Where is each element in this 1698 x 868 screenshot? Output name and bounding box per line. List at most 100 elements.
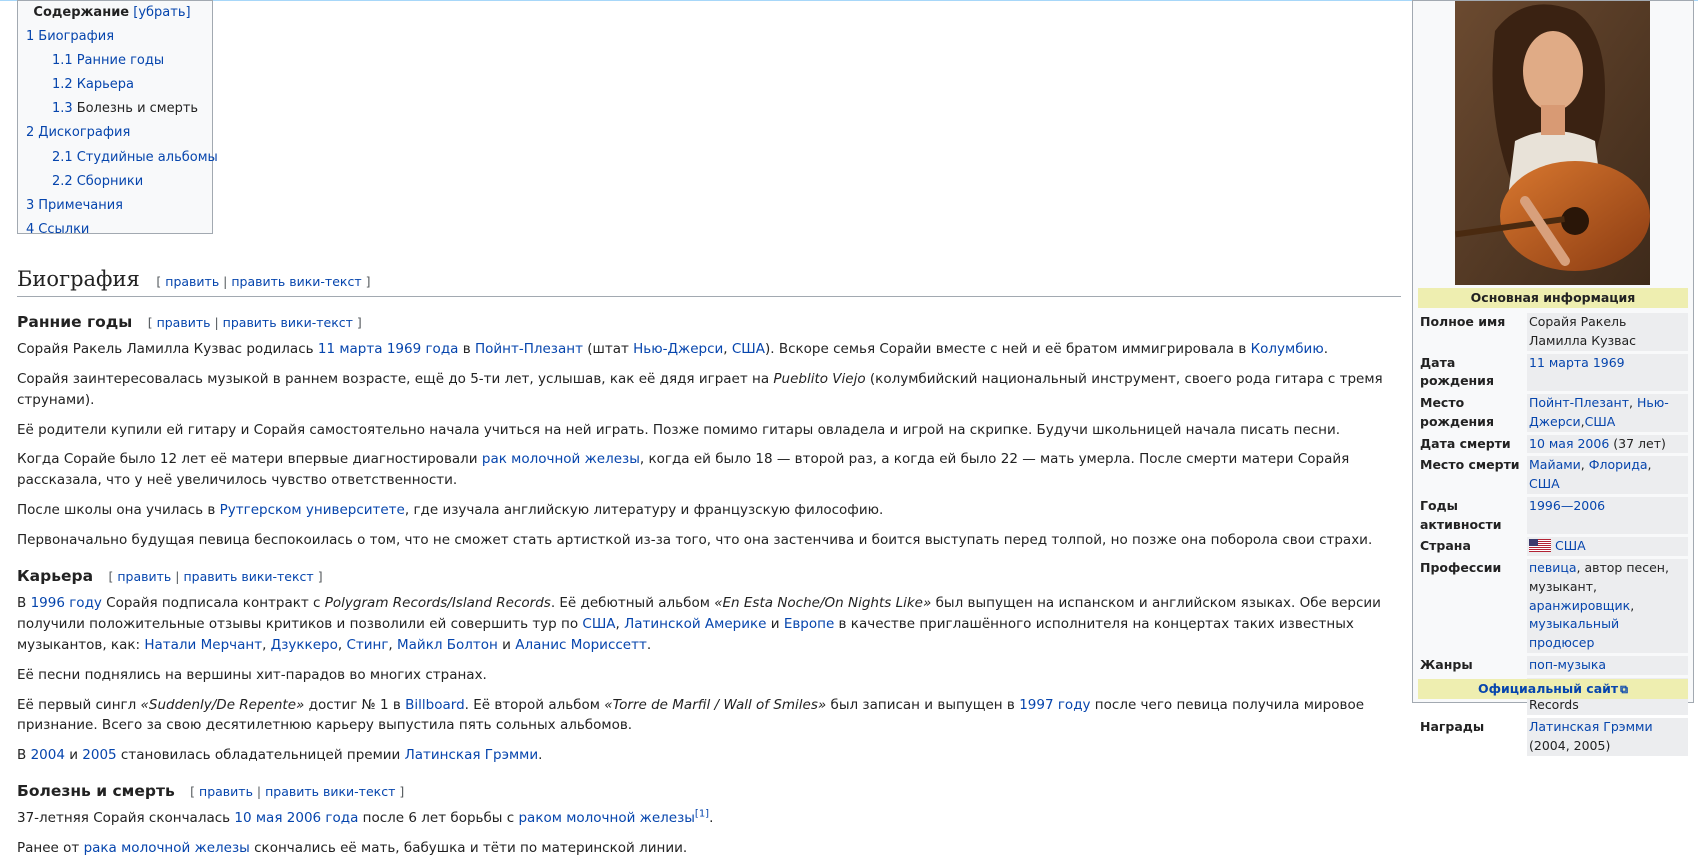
link-natalie-merchant[interactable]: Натали Мерчант — [144, 637, 262, 653]
link-zucchero[interactable]: Дзуккеро — [271, 637, 338, 653]
link-death-date[interactable]: 10 мая — [1529, 436, 1574, 451]
infobox-value: Латинская Грэмми (2004, 2005) — [1527, 718, 1688, 756]
infobox-header: Основная информация — [1418, 288, 1688, 308]
paragraph-illness-1: 37-летняя Сорайя скончалась 10 мая 2006 … — [17, 808, 714, 826]
heading-biography: Биография [ править | править вики-текст… — [17, 266, 1401, 298]
toc-item-compilations[interactable]: 2.2 Сборники — [26, 171, 198, 193]
link-death-date[interactable]: 10 мая — [234, 810, 282, 826]
link-year-range[interactable]: — — [1561, 498, 1574, 513]
link-latin-grammy[interactable]: Латинская Грэмми — [1529, 719, 1653, 734]
edit-links-early-years: [ править | править вики-текст ] — [147, 315, 362, 331]
link-usa[interactable]: США — [582, 616, 615, 632]
infobox-label: Жанры — [1420, 656, 1473, 672]
edit-link[interactable]: править — [199, 784, 253, 799]
toc-title-row: Содержание [убрать] — [26, 2, 198, 24]
link-usa[interactable]: США — [1585, 414, 1616, 429]
link-year-end[interactable]: 2006 — [1573, 498, 1605, 513]
link-michael-bolton[interactable]: Майкл Болтон — [397, 637, 498, 653]
infobox-row-awards: Награды Латинская Грэмми (2004, 2005) — [1418, 718, 1688, 756]
paragraph-career-2: Её песни поднялись на вершины хит-парадо… — [17, 666, 487, 683]
link-death-year[interactable]: 2006 года — [287, 810, 359, 826]
toc-item-discography[interactable]: 2 Дискография — [26, 122, 198, 144]
link-miami[interactable]: Майами — [1529, 457, 1581, 472]
edit-source-link[interactable]: править вики-текст — [231, 274, 361, 289]
infobox-value: 11 марта 1969 — [1527, 353, 1688, 391]
infobox-row-full-name: Полное имя Сорайя Ракель Ламилла Кузвас — [1418, 313, 1688, 351]
toc-toggle-link[interactable]: [убрать] — [133, 5, 190, 20]
link-point-pleasant[interactable]: Пойнт-Плезант — [1529, 395, 1629, 410]
toc-item-biography[interactable]: 1 Биография — [26, 26, 198, 48]
toc-item-studio-albums[interactable]: 2.1 Студийные альбомы — [26, 147, 218, 169]
toc-item-early-years[interactable]: 1.1 Ранние годы — [26, 50, 198, 72]
edit-source-link[interactable]: править вики-текст — [265, 784, 395, 799]
link-1996[interactable]: 1996 году — [31, 595, 102, 611]
link-2005[interactable]: 2005 — [82, 747, 116, 763]
link-latin-grammy[interactable]: Латинская Грэмми — [405, 747, 539, 763]
link-latin-america[interactable]: Латинской Америке — [624, 616, 766, 632]
link-breast-cancer[interactable]: рака молочной железы — [84, 840, 250, 856]
link-colombia[interactable]: Колумбию — [1251, 341, 1324, 357]
paragraph-early-1: Сорайя Ракель Ламилла Кузвас родилась 11… — [17, 340, 1328, 357]
infobox-value: певица, автор песен, музыкант, аранжиров… — [1527, 559, 1688, 653]
edit-source-link[interactable]: править вики-текст — [183, 569, 313, 584]
link-usa[interactable]: США — [1555, 538, 1586, 553]
table-of-contents: Содержание [убрать] 1 Биография 1.1 Ранние… — [17, 0, 218, 237]
link-birth-year[interactable]: 1969 года — [387, 341, 459, 357]
official-site-link[interactable]: Официальный сайт — [1478, 681, 1618, 696]
paragraph-early-3: Её родители купили ей гитару и Сорайя са… — [17, 421, 1341, 438]
link-billboard[interactable]: Billboard — [405, 697, 465, 713]
link-usa[interactable]: США — [732, 341, 765, 357]
edit-links-biography: [ править | править вики-текст ] — [156, 273, 371, 289]
link-alanis-morissette[interactable]: Аланис Мориссетт — [515, 637, 647, 653]
link-birth-date[interactable]: 11 марта — [318, 341, 383, 357]
infobox-row-death-date: Дата смерти 10 мая 2006 (37 лет) — [1418, 434, 1688, 454]
paragraph-early-5: После школы она училась в Рутгерском уни… — [17, 502, 884, 519]
heading-career: Карьера [ править | править вики-текст ] — [17, 567, 323, 586]
link-breast-cancer[interactable]: рак молочной железы — [482, 451, 640, 467]
link-death-year[interactable]: 2006 — [1577, 436, 1609, 451]
infobox-label: Профессии — [1420, 560, 1502, 575]
link-birth-date[interactable]: 11 марта 1969 — [1529, 355, 1625, 370]
heading-illness: Болезнь и смерть [ править | править вик… — [17, 782, 405, 801]
link-sting[interactable]: Стинг — [346, 637, 388, 653]
infobox-value: Пойнт-Плезант, Нью-Джерси,США — [1527, 394, 1688, 432]
infobox-row-years-active: Годы активности 1996—2006 — [1418, 496, 1688, 535]
link-singer[interactable]: певица — [1529, 560, 1577, 575]
toc-item-links[interactable]: 4 Ссылки — [26, 219, 198, 241]
paragraph-early-4: Когда Сорайе было 12 лет её матери вперв… — [17, 451, 1350, 489]
edit-source-link[interactable]: править вики-текст — [223, 315, 353, 330]
toc-item-notes[interactable]: 3 Примечания — [26, 195, 198, 217]
external-link-icon: ⧉ — [1620, 683, 1629, 696]
link-arranger[interactable]: аранжировщик — [1529, 598, 1630, 613]
infobox-label: Дата рождения — [1420, 354, 1494, 389]
infobox-value: 1996—2006 — [1527, 496, 1688, 535]
link-europe[interactable]: Европе — [784, 616, 834, 632]
edit-link[interactable]: править — [117, 569, 171, 584]
infobox-row-genres: Жанры поп-музыка — [1418, 655, 1688, 675]
edit-link[interactable]: править — [157, 315, 211, 330]
infobox-footer: Официальный сайт ⧉ — [1418, 679, 1688, 699]
infobox-row-birth-date: Дата рождения 11 марта 1969 — [1418, 353, 1688, 391]
link-rutgers[interactable]: Рутгерском университете — [220, 502, 405, 518]
toc-item-career[interactable]: 1.2 Карьера — [26, 74, 198, 96]
infobox-label: Годы активности — [1420, 497, 1502, 532]
link-year-start[interactable]: 1996 — [1529, 498, 1561, 513]
link-pop-music[interactable]: поп-музыка — [1529, 657, 1606, 672]
paragraph-career-4: В 2004 и 2005 становилась обладательнице… — [17, 747, 543, 764]
edit-link[interactable]: править — [165, 274, 219, 289]
artist-photo[interactable] — [1455, 1, 1650, 285]
paragraph-illness-2: Ранее от рака молочной железы скончались… — [17, 839, 688, 856]
link-usa[interactable]: США — [1529, 476, 1560, 491]
link-florida[interactable]: Флорида — [1589, 457, 1648, 472]
link-music-producer[interactable]: музыкальный продюсер — [1529, 616, 1619, 650]
link-new-jersey[interactable]: Нью-Джерси — [633, 341, 723, 357]
link-breast-cancer[interactable]: раком молочной железы — [518, 810, 694, 826]
link-2004[interactable]: 2004 — [31, 747, 65, 763]
link-point-pleasant[interactable]: Пойнт-Плезант — [475, 341, 583, 357]
footnote-1[interactable]: [1] — [695, 808, 709, 819]
toc-item-illness[interactable]: 1.3 Болезнь и смерть — [26, 98, 198, 120]
link-1997[interactable]: 1997 году — [1019, 697, 1090, 713]
paragraph-career-1: В 1996 году Сорайя подписала контракт с … — [17, 594, 1381, 653]
infobox-row-professions: Профессии певица, автор песен, музыкант,… — [1418, 559, 1688, 653]
artist-photo-image — [1455, 1, 1650, 285]
